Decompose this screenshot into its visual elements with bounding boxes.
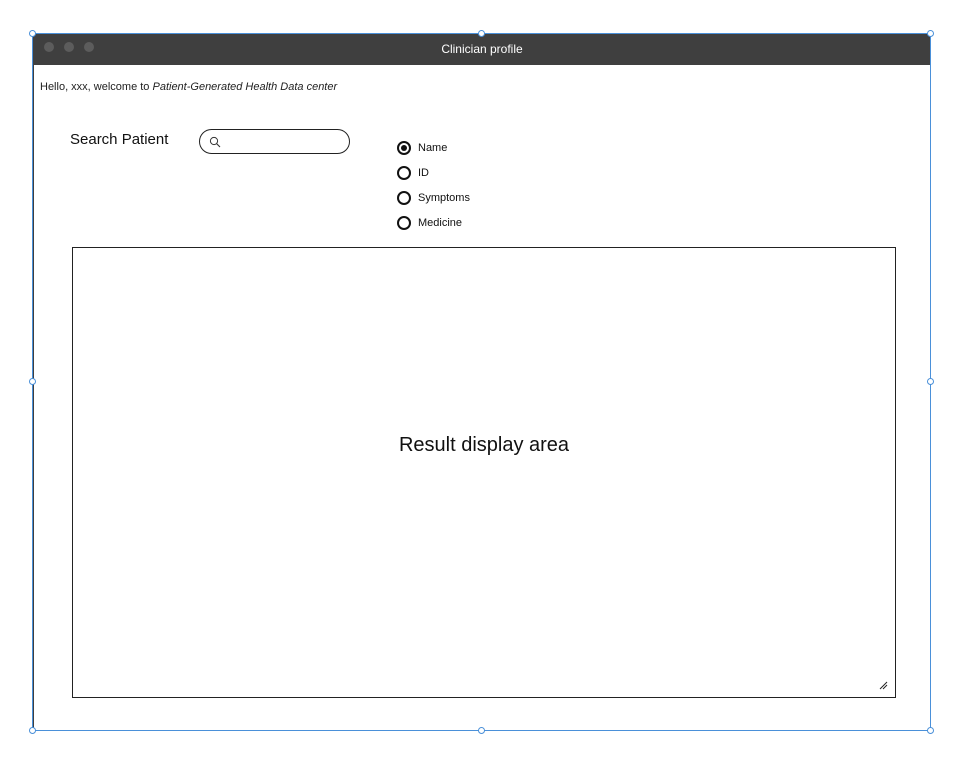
radio-label-medicine: Medicine — [418, 216, 463, 229]
result-display-area[interactable]: Result display area — [72, 247, 896, 698]
search-icon — [209, 136, 221, 148]
selection-handle-left[interactable] — [29, 378, 36, 385]
radio-button[interactable] — [397, 215, 411, 230]
radio-option-symptoms[interactable]: Symptoms — [397, 185, 470, 210]
selection-handle-top-right[interactable] — [927, 30, 934, 37]
radio-button[interactable] — [397, 165, 411, 180]
clinician-profile-window: Clinician profile Hello, xxx, welcome to… — [33, 34, 931, 731]
selection-handle-bottom-left[interactable] — [29, 727, 36, 734]
search-box[interactable] — [199, 129, 350, 154]
selection-handle-bottom-right[interactable] — [927, 727, 934, 734]
radio-label-name: Name — [418, 141, 448, 154]
radio-button-selected[interactable] — [397, 140, 411, 155]
radio-dot — [401, 144, 407, 151]
radio-button[interactable] — [397, 190, 411, 205]
welcome-prefix: Hello, xxx, welcome to — [40, 81, 153, 93]
result-placeholder-text: Result display area — [398, 434, 570, 456]
welcome-message: Hello, xxx, welcome to Patient-Generated… — [40, 81, 337, 93]
mockup-canvas: Clinician profile Hello, xxx, welcome to… — [0, 0, 957, 757]
title-bar: Clinician profile — [34, 34, 930, 65]
app-name: Patient-Generated Health Data center — [152, 81, 338, 93]
selection-handle-top-left[interactable] — [29, 30, 36, 37]
radio-label-symptoms: Symptoms — [418, 191, 470, 204]
search-patient-label: Search Patient — [70, 131, 169, 148]
selection-handle-right[interactable] — [927, 378, 934, 385]
window-title: Clinician profile — [441, 42, 523, 56]
radio-option-name[interactable]: Name — [397, 135, 470, 160]
radio-label-id: ID — [418, 166, 429, 179]
radio-option-id[interactable]: ID — [397, 160, 470, 185]
search-option-group: Name ID Symptoms Medicine — [397, 135, 470, 235]
resize-grip-icon[interactable] — [878, 680, 888, 690]
radio-option-medicine[interactable]: Medicine — [397, 210, 470, 235]
selection-handle-bottom[interactable] — [478, 727, 485, 734]
search-input[interactable] — [224, 133, 343, 152]
selection-handle-top[interactable] — [478, 30, 485, 37]
